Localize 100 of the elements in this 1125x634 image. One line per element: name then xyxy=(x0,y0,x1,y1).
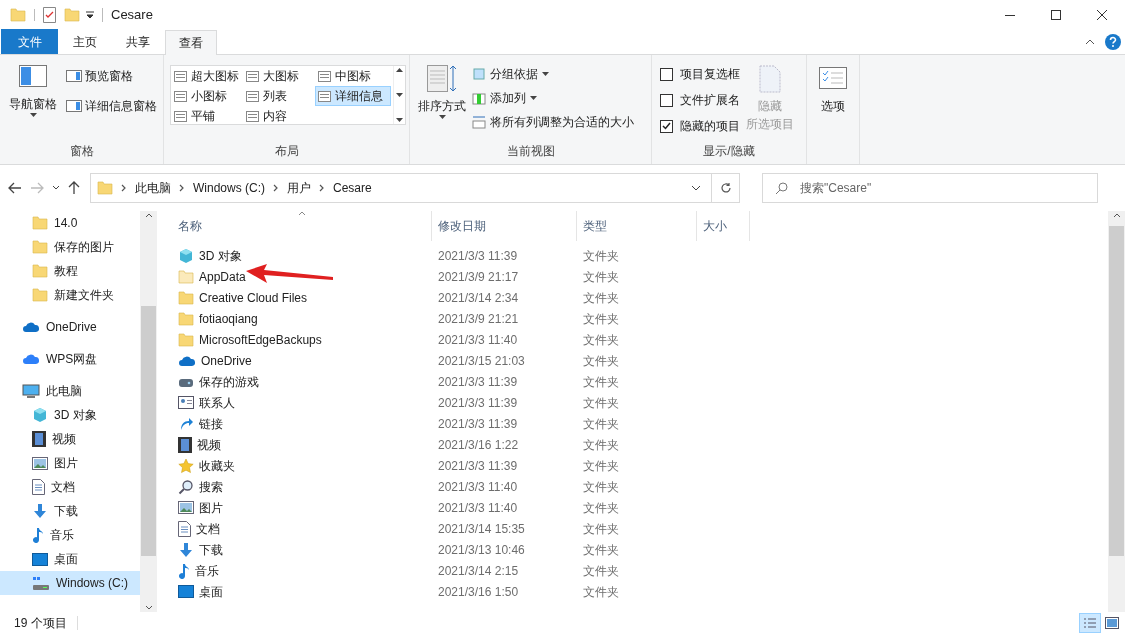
column-header[interactable]: 修改日期 xyxy=(432,211,577,241)
nav-item[interactable]: 此电脑 xyxy=(0,379,140,403)
fit-columns-icon xyxy=(472,115,486,129)
file-name-cell[interactable]: 收藏夹 xyxy=(172,456,432,475)
collapse-ribbon-icon[interactable] xyxy=(1085,39,1095,45)
group-by-button[interactable]: 分组依据 xyxy=(472,65,634,83)
nav-item[interactable]: 新建文件夹 xyxy=(0,283,140,307)
nav-item[interactable]: OneDrive xyxy=(0,315,140,339)
nav-item[interactable]: 桌面 xyxy=(0,547,140,571)
scrollbar[interactable] xyxy=(140,211,157,612)
nav-item[interactable]: 视频 xyxy=(0,427,140,451)
scroll-up-icon[interactable] xyxy=(1112,213,1121,218)
search-field[interactable]: 搜索"Cesare" xyxy=(762,173,1098,203)
sort-by-button[interactable]: 排序方式 xyxy=(418,65,466,142)
scroll-down-icon[interactable] xyxy=(144,605,153,610)
file-name-cell[interactable]: 图片 xyxy=(172,498,432,517)
nav-item[interactable]: 图片 xyxy=(0,451,140,475)
nav-item[interactable]: 3D 对象 xyxy=(0,403,140,427)
file-name-cell[interactable]: 联系人 xyxy=(172,393,432,412)
nav-item[interactable]: 教程 xyxy=(0,259,140,283)
ribbon-tab[interactable]: 主页 xyxy=(59,29,111,54)
layout-option[interactable]: 内容 xyxy=(243,106,315,126)
file-name-cell[interactable]: 桌面 xyxy=(172,582,432,601)
column-header[interactable]: 类型 xyxy=(577,211,697,241)
date-cell-text: 2021/3/3 11:39 xyxy=(437,457,519,475)
breadcrumb-item[interactable]: 用户 xyxy=(287,179,311,197)
layout-option[interactable]: 详细信息 xyxy=(315,86,391,106)
size-columns-button[interactable]: 将所有列调整为合适的大小 xyxy=(472,113,634,131)
file-name-cell[interactable]: Creative Cloud Files xyxy=(172,288,432,307)
ribbon-tab[interactable]: 共享 xyxy=(112,29,164,54)
file-name-cell[interactable]: AppData xyxy=(172,267,432,286)
scroll-up-icon[interactable] xyxy=(396,68,403,72)
group-label: 布局 xyxy=(273,143,300,160)
file-name-cell[interactable]: OneDrive xyxy=(172,351,432,370)
breadcrumb-item[interactable]: Windows (C:) xyxy=(193,179,265,197)
layout-option[interactable]: 超大图标 xyxy=(171,66,243,86)
scrollbar[interactable] xyxy=(1108,211,1125,612)
properties-icon[interactable] xyxy=(43,7,56,23)
checkbox[interactable] xyxy=(660,67,673,81)
layout-option[interactable]: 中图标 xyxy=(315,66,391,86)
nav-item[interactable]: 14.0 xyxy=(0,211,140,235)
dropdown-icon[interactable] xyxy=(86,11,94,19)
layout-option[interactable]: 小图标 xyxy=(171,86,243,106)
dropdown-arrow-icon[interactable] xyxy=(530,96,537,100)
checkbox[interactable] xyxy=(660,93,673,107)
dropdown-arrow-icon[interactable] xyxy=(542,72,549,76)
file-name-cell[interactable]: 文档 xyxy=(172,519,432,538)
scroll-up-icon[interactable] xyxy=(144,213,153,218)
type-cell-text: 文件夹 xyxy=(582,394,620,412)
address-bar[interactable]: 此电脑 Windows (C:) 用户 Cesare xyxy=(90,173,740,203)
up-icon[interactable] xyxy=(68,181,80,195)
scroll-down-icon[interactable] xyxy=(396,93,403,97)
file-name-cell[interactable]: 搜索 xyxy=(172,477,432,496)
file-name-cell[interactable]: 保存的游戏 xyxy=(172,372,432,391)
layout-option[interactable]: 大图标 xyxy=(243,66,315,86)
file-name-cell[interactable]: 音乐 xyxy=(172,561,432,580)
chevron-down-icon[interactable] xyxy=(691,185,701,191)
search-icon xyxy=(775,181,788,195)
nav-item[interactable]: 保存的图片 xyxy=(0,235,140,259)
window-title: Cesare xyxy=(111,6,153,25)
back-icon[interactable] xyxy=(8,182,22,194)
file-name-cell[interactable]: 3D 对象 xyxy=(172,246,432,265)
nav-item[interactable]: Windows (C:) xyxy=(0,571,140,595)
nav-item[interactable]: 音乐 xyxy=(0,523,140,547)
file-name-cell[interactable]: fotiaoqiang xyxy=(172,309,432,328)
dropdown-arrow-icon[interactable] xyxy=(438,115,446,119)
navigation-pane-button[interactable]: 导航窗格 xyxy=(8,65,58,142)
breadcrumb-item[interactable]: Cesare xyxy=(333,179,372,197)
file-menu-button[interactable]: 文件 xyxy=(1,29,58,54)
help-icon[interactable] xyxy=(1105,34,1121,50)
view-icon xyxy=(174,70,187,82)
sort-icon xyxy=(427,65,457,93)
drive-icon xyxy=(32,575,50,591)
layout-option[interactable]: 平铺 xyxy=(171,106,243,126)
add-column-button[interactable]: 添加列 xyxy=(472,89,634,107)
recent-dropdown-icon[interactable] xyxy=(52,185,60,191)
nav-item[interactable]: 下载 xyxy=(0,499,140,523)
options-button[interactable]: 选项 xyxy=(819,67,847,117)
type-cell-text: 文件夹 xyxy=(582,583,620,601)
view-icon xyxy=(318,70,331,82)
breadcrumb-item[interactable]: 此电脑 xyxy=(135,179,171,197)
type-cell-text: 文件夹 xyxy=(582,415,620,433)
checkbox[interactable] xyxy=(660,119,673,133)
dropdown-arrow-icon[interactable] xyxy=(29,113,37,117)
layout-option[interactable]: 列表 xyxy=(243,86,315,106)
column-header[interactable]: 名称 xyxy=(172,211,432,241)
nav-item[interactable]: WPS网盘 xyxy=(0,347,140,371)
pane-icon xyxy=(66,70,82,82)
file-name-cell[interactable]: 下载 xyxy=(172,540,432,559)
details-pane-button[interactable]: 详细信息窗格 xyxy=(66,97,157,115)
column-header[interactable]: 大小 xyxy=(697,211,750,241)
nav-item[interactable]: 文档 xyxy=(0,475,140,499)
file-name-cell[interactable]: 链接 xyxy=(172,414,432,433)
file-name-cell[interactable]: 视频 xyxy=(172,435,432,454)
expand-icon[interactable] xyxy=(396,118,403,122)
folder-icon xyxy=(32,264,48,278)
file-name-cell[interactable]: MicrosoftEdgeBackups xyxy=(172,330,432,349)
preview-pane-button[interactable]: 预览窗格 xyxy=(66,67,157,85)
ribbon-tab[interactable]: 查看 xyxy=(165,30,217,55)
date-cell-text: 2021/3/14 2:15 xyxy=(437,562,520,580)
